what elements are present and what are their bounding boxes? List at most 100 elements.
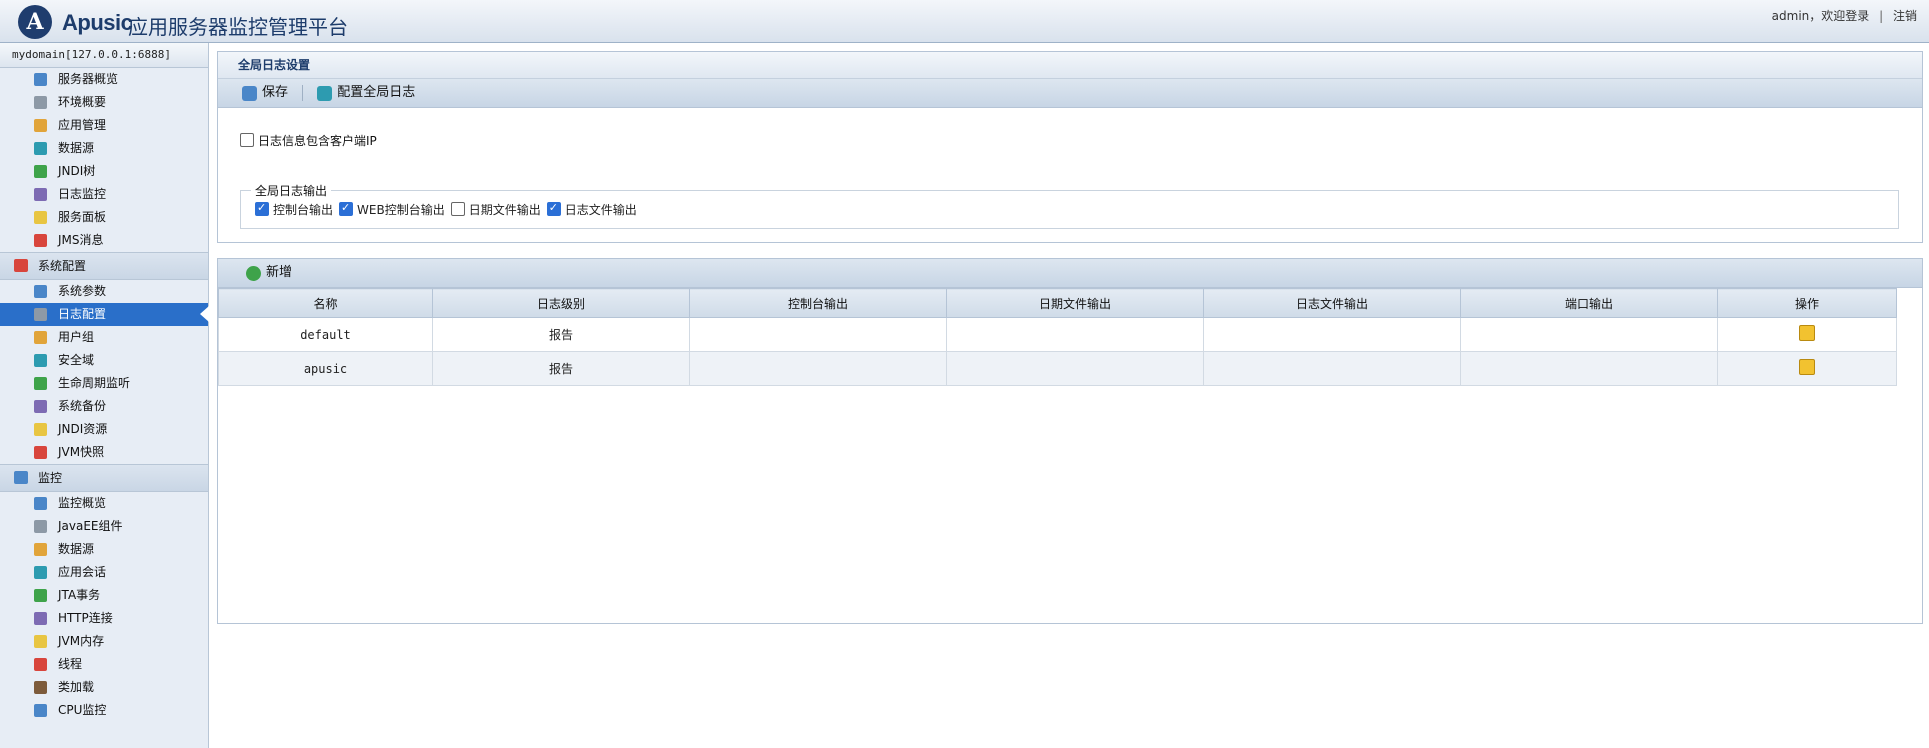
save-button[interactable]: 保存 (242, 79, 288, 107)
sidebar-item[interactable]: 安全域 (0, 349, 208, 372)
output-checkbox[interactable] (546, 201, 561, 216)
sidebar-item[interactable]: 服务器概览 (0, 68, 208, 91)
domain-node[interactable]: mydomain[127.0.0.1:6888] (0, 43, 208, 68)
output-label: 控制台输出 (273, 203, 334, 217)
sidebar-item[interactable]: 用户组 (0, 326, 208, 349)
sidebar-item[interactable]: 数据源 (0, 137, 208, 160)
session-icon (34, 566, 47, 579)
configure-label: 配置全局日志 (337, 85, 416, 100)
jms-icon (34, 234, 47, 247)
sidebar-item[interactable]: JNDI树 (0, 160, 208, 183)
output-options: 控制台输出 WEB控制台输出 日期文件输出 日志文件输出 (241, 199, 1898, 218)
app-title: 应用服务器监控管理平台 (128, 15, 348, 39)
sidebar-item[interactable]: 监控概览 (0, 492, 208, 515)
column-header: 名称 (218, 288, 433, 318)
section-monitor[interactable]: 监控 (0, 464, 208, 492)
sidebar-item[interactable]: 生命周期监听 (0, 372, 208, 395)
column-header: 端口输出 (1460, 288, 1718, 318)
cell-port (1460, 317, 1718, 352)
application-icon (34, 119, 47, 132)
output-checkbox[interactable] (339, 201, 354, 216)
cell-port (1460, 351, 1718, 386)
sidebar-item[interactable]: HTTP连接 (0, 607, 208, 630)
jvm-snapshot-icon (34, 446, 47, 459)
logger-list-panel: 新增 名称 日志级别 控制台输出 日期文件输出 日志文件输出 端口输出 操作 default… (217, 258, 1923, 624)
sidebar-item-label: HTTP连接 (58, 611, 113, 625)
sidebar-item-label: 服务器概览 (58, 72, 119, 86)
add-logger-button[interactable]: 新增 (246, 259, 292, 287)
security-icon (34, 354, 47, 367)
include-ip-checkbox[interactable] (240, 133, 254, 147)
table-row[interactable]: apusic 报告 (218, 351, 1897, 386)
sidebar-item[interactable]: JavaEE组件 (0, 515, 208, 538)
sidebar-item-label: 类加载 (58, 680, 95, 694)
http-icon (34, 612, 47, 625)
configure-global-log-button[interactable]: 配置全局日志 (317, 79, 415, 107)
monitor-icon (34, 188, 47, 201)
edit-icon[interactable] (1799, 325, 1815, 341)
sidebar-item[interactable]: 系统参数 (0, 280, 208, 303)
jndi-resource-icon (34, 423, 47, 436)
sidebar-item[interactable]: 日志配置 (0, 303, 209, 326)
sidebar-item[interactable]: CPU监控 (0, 699, 208, 722)
cell-console (689, 317, 947, 352)
sidebar-item[interactable]: 环境概要 (0, 91, 208, 114)
column-header: 操作 (1717, 288, 1897, 318)
cell-name: apusic (218, 351, 433, 386)
overview-nav: 服务器概览环境概要 应用管理数据源 JNDI树 日志监控 服务面板 JMS消息 (0, 68, 208, 252)
sidebar-item-label: JVM内存 (58, 634, 105, 648)
sidebar-item[interactable]: JVM内存 (0, 630, 208, 653)
sidebar-item[interactable]: JVM快照 (0, 441, 208, 464)
output-checkbox[interactable] (255, 201, 269, 216)
sidebar-item[interactable]: 类加载 (0, 676, 208, 699)
sidebar-item[interactable]: 应用管理 (0, 114, 208, 137)
sidebar-item[interactable]: JTA事务 (0, 584, 208, 607)
sidebar-item-label: 数据源 (58, 141, 95, 155)
cell-level: 报告 (432, 317, 690, 352)
table-header-row: 名称 日志级别 控制台输出 日期文件输出 日志文件输出 端口输出 操作 (218, 288, 1897, 318)
output-option: 控制台输出 (255, 201, 334, 217)
cell-log-file (1203, 317, 1461, 352)
section-label: 系统配置 (38, 259, 87, 273)
logout-link[interactable]: 注销 (1893, 9, 1917, 23)
output-option: WEB控制台输出 (339, 201, 445, 217)
sidebar-item[interactable]: 应用会话 (0, 561, 208, 584)
column-header: 日志级别 (432, 288, 690, 318)
sidebar-item[interactable]: 日志监控 (0, 183, 208, 206)
edit-icon[interactable] (1799, 359, 1815, 375)
sidebar-item[interactable]: 数据源 (0, 538, 208, 561)
component-icon (34, 520, 47, 533)
column-header: 日志文件输出 (1203, 288, 1461, 318)
output-legend: 全局日志输出 (255, 184, 328, 198)
sidebar-item[interactable]: JNDI资源 (0, 418, 208, 441)
sidebar-item[interactable]: 系统备份 (0, 395, 208, 418)
sidebar-item-label: 数据源 (58, 542, 95, 556)
save-icon (242, 86, 257, 101)
sidebar-item-label: 生命周期监听 (58, 376, 131, 390)
add-label: 新增 (266, 265, 293, 280)
sidebar-item[interactable]: JMS消息 (0, 229, 208, 252)
cell-log-file (1203, 351, 1461, 386)
monitor-section-icon (14, 471, 28, 484)
cell-actions (1717, 317, 1897, 352)
service-panel-icon (34, 211, 47, 224)
column-header: 控制台输出 (689, 288, 947, 318)
cell-date-file (946, 351, 1204, 386)
table-row[interactable]: default 报告 (218, 317, 1897, 352)
transaction-icon (34, 589, 47, 602)
cell-level: 报告 (432, 351, 690, 386)
sidebar-item[interactable]: 线程 (0, 653, 208, 676)
sidebar-item[interactable]: 服务面板 (0, 206, 208, 229)
logger-table: 名称 日志级别 控制台输出 日期文件输出 日志文件输出 端口输出 操作 default 报告 a… (218, 288, 1897, 386)
logger-toolbar: 新增 (218, 259, 1922, 288)
section-system-config[interactable]: 系统配置 (0, 252, 208, 280)
sidebar-item-label: 用户组 (58, 330, 95, 344)
output-checkbox[interactable] (450, 202, 465, 216)
user-area: admin，欢迎登录 | 注销 (1772, 7, 1917, 24)
sidebar-item-label: JNDI资源 (58, 422, 108, 436)
output-label: 日志文件输出 (564, 203, 637, 217)
cell-date-file (946, 317, 1204, 352)
backup-icon (34, 400, 47, 413)
section-label: 监控 (38, 471, 63, 485)
classload-icon (34, 681, 47, 694)
